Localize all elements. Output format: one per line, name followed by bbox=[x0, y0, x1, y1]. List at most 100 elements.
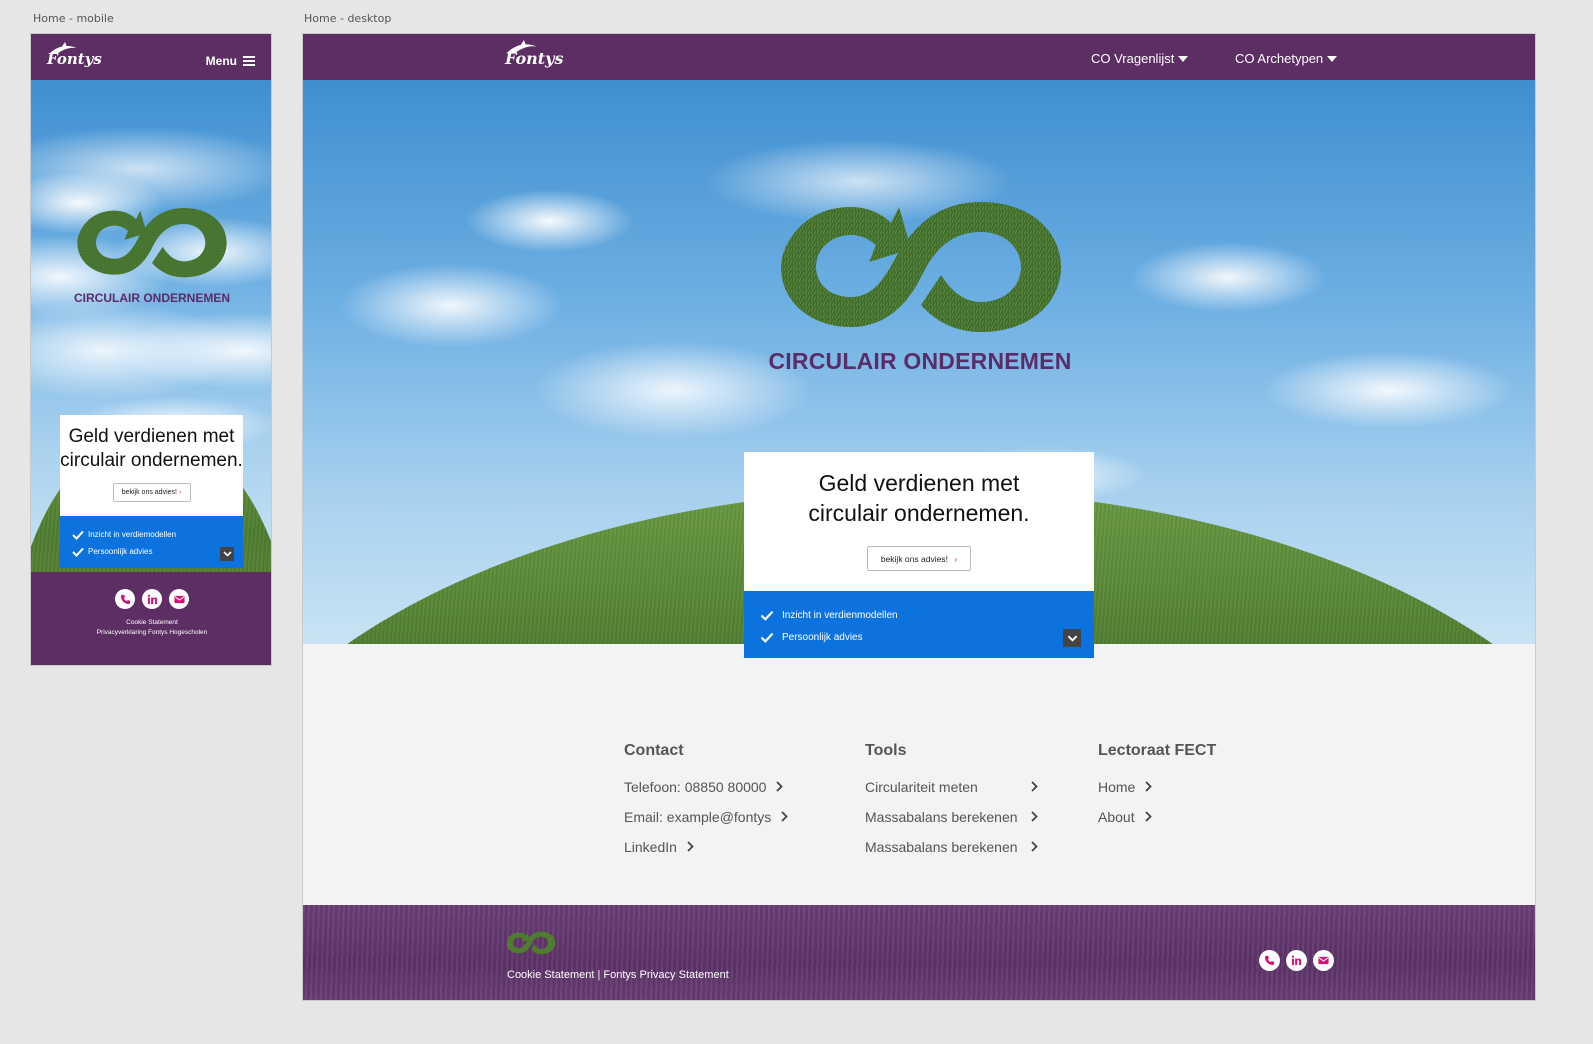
expand-toggle[interactable] bbox=[1063, 629, 1081, 647]
chevron-right-icon bbox=[776, 781, 784, 792]
feature-label: Inzicht in verdienmodellen bbox=[782, 609, 898, 621]
linkedin-icon[interactable] bbox=[142, 589, 162, 609]
footer-link[interactable]: LinkedIn bbox=[624, 839, 788, 869]
expand-toggle[interactable] bbox=[220, 547, 234, 561]
nav-co-archetypen[interactable]: CO Archetypen bbox=[1235, 51, 1338, 66]
phone-icon[interactable] bbox=[115, 589, 135, 609]
feature-item: Persoonlijk advies bbox=[72, 543, 231, 560]
feature-label: Persoonlijk advies bbox=[782, 631, 863, 643]
chevron-right-icon bbox=[1031, 781, 1038, 792]
footer-link[interactable]: Circulariteit meten bbox=[865, 779, 1038, 809]
desktop-frame: Fontys CO Vragenlijst CO Archetypen CIRC… bbox=[302, 33, 1536, 1001]
mobile-frame-label: Home - mobile bbox=[33, 12, 114, 25]
footer-link-label: LinkedIn bbox=[624, 839, 677, 855]
fontys-logo[interactable]: Fontys bbox=[505, 40, 563, 68]
footer-link[interactable]: Massabalans berekenen bbox=[865, 809, 1038, 839]
chevron-right-icon bbox=[1031, 841, 1038, 852]
chevron-down-icon bbox=[1067, 635, 1077, 642]
check-icon bbox=[760, 610, 774, 621]
feature-list: Inzicht in verdienmodellen Persoonlijk a… bbox=[744, 591, 1094, 658]
footer-column-title: Tools bbox=[865, 742, 907, 759]
feature-item: Inzicht in verdiemodellen bbox=[72, 526, 231, 543]
chevron-right-icon bbox=[687, 841, 694, 852]
fontys-logo[interactable]: Fontys bbox=[47, 42, 102, 68]
feature-label: Inzicht in verdiemodellen bbox=[88, 530, 177, 539]
mail-icon[interactable] bbox=[1313, 950, 1334, 971]
chevron-right-icon bbox=[1144, 811, 1152, 822]
fontys-wordmark: Fontys bbox=[505, 49, 564, 68]
promo-heading: Geld verdienen met circulair ondernemen. bbox=[808, 470, 1030, 526]
menu-label: Menu bbox=[205, 54, 237, 68]
feature-list: Inzicht in verdiemodellen Persoonlijk ad… bbox=[60, 516, 243, 568]
mobile-menu-button[interactable]: Menu bbox=[206, 54, 255, 68]
footer-link[interactable]: Massabalans berekenen bbox=[865, 839, 1038, 869]
footer-column-title: Lectoraat FECT bbox=[1098, 742, 1217, 759]
footer-column-tools: Tools Circulariteit meten Massabalans be… bbox=[865, 742, 1038, 869]
desktop-bottom-bar: Cookie Statement | Fontys Privacy Statem… bbox=[303, 905, 1535, 1000]
chevron-right-icon: › bbox=[178, 489, 182, 496]
check-icon bbox=[760, 632, 774, 643]
promo-card: Geld verdienen met circulair ondernemen.… bbox=[60, 415, 243, 568]
nav-co-vragenlijst[interactable]: CO Vragenlijst bbox=[1091, 51, 1189, 66]
desktop-frame-label: Home - desktop bbox=[304, 12, 392, 25]
footer-link-label: Massabalans berekenen bbox=[865, 839, 1018, 855]
feature-item: Persoonlijk advies bbox=[760, 626, 1078, 648]
footer-link[interactable]: Home bbox=[1098, 779, 1216, 809]
check-icon bbox=[72, 530, 84, 540]
site-title: CIRCULAIR ONDERNEMEN bbox=[768, 348, 1072, 374]
footer-link[interactable]: Email: example@fontys bbox=[624, 809, 789, 839]
check-icon bbox=[72, 547, 84, 557]
mobile-footer: Cookie Statement Privacyverklaring Fonty… bbox=[31, 572, 271, 665]
feature-label: Persoonlijk advies bbox=[88, 547, 153, 556]
social-links bbox=[1259, 950, 1334, 971]
circular-infinity-icon bbox=[781, 202, 1061, 332]
advice-button[interactable]: bekijk ons advies! › bbox=[112, 483, 191, 502]
feature-item: Inzicht in verdienmodellen bbox=[760, 604, 1078, 626]
cookie-statement-link[interactable]: Cookie Statement bbox=[507, 969, 594, 981]
footer-link-label: Home bbox=[1098, 779, 1136, 795]
linkedin-icon[interactable] bbox=[1286, 950, 1307, 971]
footer-link-label: About bbox=[1098, 809, 1135, 825]
advice-button-label: bekijk ons advies! bbox=[880, 553, 948, 564]
circular-mini-logo-icon bbox=[506, 931, 556, 955]
advice-button-label: bekijk ons advies! bbox=[121, 489, 177, 496]
footer-link[interactable]: About bbox=[1098, 809, 1216, 839]
mail-icon[interactable] bbox=[169, 589, 189, 609]
footer-link-label: Telefoon: 08850 80000 bbox=[624, 779, 767, 795]
footer-column-lectoraat: Lectoraat FECT Home About bbox=[1098, 742, 1216, 839]
footer-column-contact: Contact Telefoon: 08850 80000 Email: exa… bbox=[624, 742, 789, 869]
mobile-frame: Fontys Menu CIRCULAIR ONDERNEMEN Geld ve… bbox=[30, 33, 272, 666]
nav-label: CO Archetypen bbox=[1235, 51, 1324, 66]
privacy-link[interactable]: Privacyverklaring Fontys Hogescholen bbox=[31, 628, 271, 638]
chevron-right-icon bbox=[1031, 811, 1038, 822]
promo-card: Geld verdienen met circulair ondernemen.… bbox=[744, 452, 1094, 658]
phone-icon[interactable] bbox=[1259, 950, 1280, 971]
fontys-wordmark: Fontys bbox=[47, 50, 102, 68]
mobile-navbar: Fontys Menu bbox=[31, 34, 271, 80]
site-title: CIRCULAIR ONDERNEMEN bbox=[74, 291, 230, 305]
social-links bbox=[31, 589, 271, 609]
nav-label: CO Vragenlijst bbox=[1091, 51, 1175, 66]
caret-down-icon bbox=[1178, 55, 1189, 62]
chevron-right-icon bbox=[781, 811, 789, 822]
chevron-down-icon bbox=[222, 551, 232, 557]
advice-button[interactable]: bekijk ons advies! › bbox=[867, 546, 971, 571]
footer-column-title: Contact bbox=[624, 742, 684, 759]
mobile-hero: CIRCULAIR ONDERNEMEN Geld verdienen met … bbox=[31, 80, 271, 572]
footer-link-label: Massabalans berekenen bbox=[865, 809, 1018, 825]
footer-link-label: Circulariteit meten bbox=[865, 779, 978, 795]
cookie-statement-link[interactable]: Cookie Statement bbox=[31, 618, 271, 628]
privacy-statement-link[interactable]: Fontys Privacy Statement bbox=[603, 969, 728, 981]
desktop-navbar: Fontys CO Vragenlijst CO Archetypen bbox=[303, 34, 1535, 80]
footer-link[interactable]: Telefoon: 08850 80000 bbox=[624, 779, 788, 809]
footer-link-label: Email: example@fontys bbox=[624, 809, 772, 825]
promo-heading: Geld verdienen met circulair ondernemen. bbox=[60, 426, 243, 471]
legal-separator: | bbox=[597, 969, 601, 981]
chevron-right-icon: › bbox=[954, 553, 958, 564]
hamburger-icon bbox=[243, 56, 255, 66]
footer-legal-links: Cookie Statement Privacyverklaring Fonty… bbox=[31, 618, 271, 638]
legal-links: Cookie Statement | Fontys Privacy Statem… bbox=[507, 969, 729, 981]
circular-infinity-icon bbox=[77, 208, 227, 278]
caret-down-icon bbox=[1327, 55, 1338, 62]
chevron-right-icon bbox=[1145, 781, 1153, 792]
